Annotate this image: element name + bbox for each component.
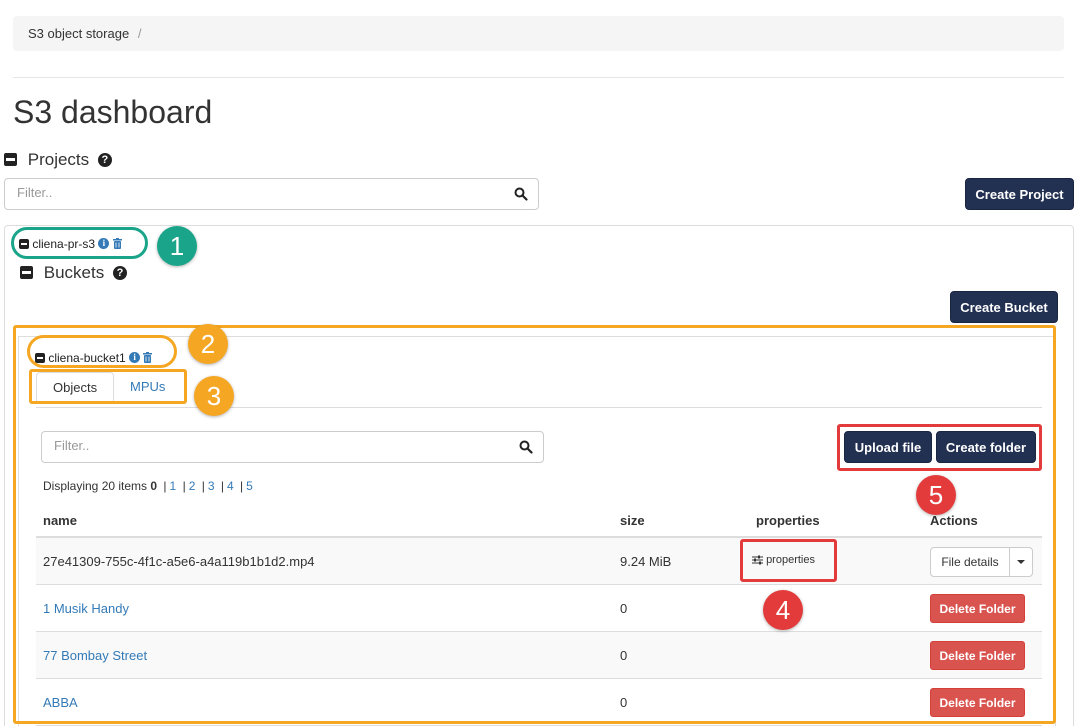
create-project-button[interactable]: Create Project xyxy=(965,178,1074,210)
page-title: S3 dashboard xyxy=(13,94,213,130)
annotation-box-properties xyxy=(740,539,837,582)
search-icon[interactable] xyxy=(514,187,528,201)
projects-filter[interactable] xyxy=(4,178,539,210)
annotation-box-actions xyxy=(837,424,1042,471)
help-icon[interactable]: ? xyxy=(112,265,127,280)
annotation-badge: 5 xyxy=(916,475,956,515)
annotation-box-tabs xyxy=(29,369,187,404)
projects-filter-input[interactable] xyxy=(17,185,476,200)
breadcrumb-root[interactable]: S3 object storage xyxy=(28,26,129,41)
collapse-icon[interactable] xyxy=(4,153,17,167)
buckets-title: Buckets xyxy=(43,262,105,282)
annotation-oval-bucket xyxy=(27,335,177,368)
create-bucket-button[interactable]: Create Bucket xyxy=(950,291,1058,323)
buckets-header: Buckets ? xyxy=(20,262,127,283)
projects-header: Projects ? xyxy=(4,149,112,170)
collapse-icon[interactable] xyxy=(20,266,33,280)
divider xyxy=(13,77,1064,78)
annotation-badge: 4 xyxy=(763,590,803,630)
breadcrumb-separator: / xyxy=(137,26,142,41)
help-icon[interactable]: ? xyxy=(97,152,112,167)
annotation-badge: 1 xyxy=(157,226,197,266)
annotation-badge: 3 xyxy=(194,376,234,416)
projects-title: Projects xyxy=(27,149,90,169)
annotation-badge: 2 xyxy=(188,324,228,364)
annotation-oval-project xyxy=(11,227,148,259)
breadcrumb: S3 object storage / xyxy=(13,16,1064,51)
